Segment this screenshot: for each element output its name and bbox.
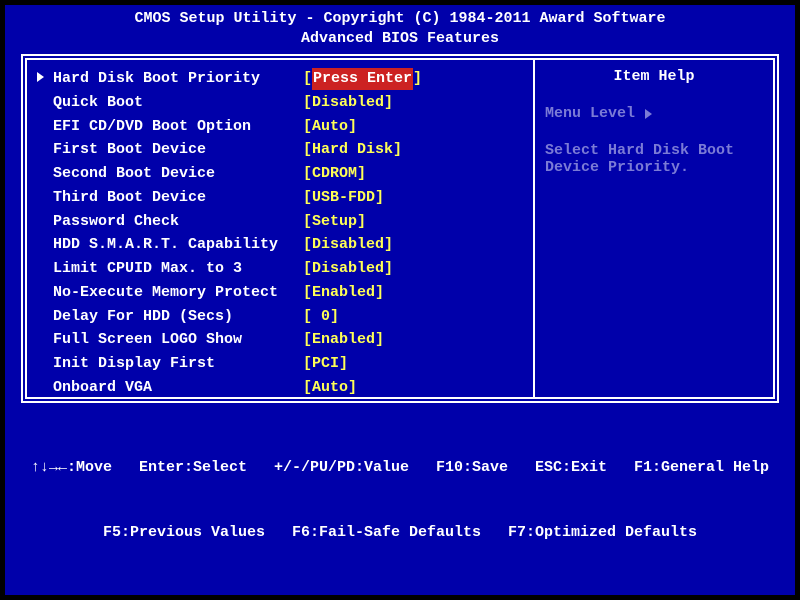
bracket-open: [: [303, 187, 312, 209]
setting-row[interactable]: Hard Disk Boot Priority[Press Enter]: [37, 68, 523, 90]
bracket-open: [: [303, 211, 312, 233]
bracket-open: [: [303, 68, 312, 90]
main-frame-inner: Hard Disk Boot Priority[Press Enter]Quic…: [25, 58, 775, 399]
bracket-close: ]: [357, 211, 366, 233]
footer-line-1: ↑↓→←:Move Enter:Select +/-/PU/PD:Value F…: [15, 457, 785, 479]
setting-value[interactable]: Disabled: [312, 234, 384, 256]
setting-label: Delay For HDD (Secs): [53, 306, 303, 328]
bracket-open: [: [303, 92, 312, 114]
setting-label: Limit CPUID Max. to 3: [53, 258, 303, 280]
setting-row[interactable]: Full Screen LOGO Show[Enabled]: [37, 329, 523, 351]
bracket-open: [: [303, 258, 312, 280]
setting-row[interactable]: Password Check[Setup]: [37, 211, 523, 233]
bracket-close: ]: [348, 377, 357, 397]
triangle-right-icon: [37, 72, 44, 82]
bracket-open: [: [303, 353, 312, 375]
header-title: CMOS Setup Utility - Copyright (C) 1984-…: [5, 9, 795, 29]
setting-label: Password Check: [53, 211, 303, 233]
setting-value[interactable]: Disabled: [312, 258, 384, 280]
bracket-open: [: [303, 139, 312, 161]
bracket-close: ]: [339, 353, 348, 375]
footer: ↑↓→←:Move Enter:Select +/-/PU/PD:Value F…: [5, 409, 795, 595]
setting-row[interactable]: EFI CD/DVD Boot Option[Auto]: [37, 116, 523, 138]
bracket-close: ]: [384, 258, 393, 280]
bracket-open: [: [303, 234, 312, 256]
bracket-close: ]: [330, 306, 339, 328]
bracket-close: ]: [357, 163, 366, 185]
menu-level-label: Menu Level: [545, 105, 635, 122]
bios-screen: CMOS Setup Utility - Copyright (C) 1984-…: [5, 5, 795, 595]
setting-label: HDD S.M.A.R.T. Capability: [53, 234, 303, 256]
bracket-open: [: [303, 282, 312, 304]
setting-value[interactable]: Disabled: [312, 92, 384, 114]
setting-row[interactable]: Third Boot Device[USB-FDD]: [37, 187, 523, 209]
setting-label: EFI CD/DVD Boot Option: [53, 116, 303, 138]
setting-label: Hard Disk Boot Priority: [53, 68, 303, 90]
setting-row[interactable]: Second Boot Device[CDROM]: [37, 163, 523, 185]
menu-level-row: Menu Level: [545, 105, 763, 122]
bracket-open: [: [303, 306, 312, 328]
setting-label: No-Execute Memory Protect: [53, 282, 303, 304]
setting-label: Quick Boot: [53, 92, 303, 114]
bracket-close: ]: [413, 68, 422, 90]
setting-value[interactable]: Hard Disk: [312, 139, 393, 161]
bracket-close: ]: [375, 329, 384, 351]
settings-panel: Hard Disk Boot Priority[Press Enter]Quic…: [27, 60, 533, 397]
setting-value[interactable]: Enabled: [312, 329, 375, 351]
setting-row[interactable]: Limit CPUID Max. to 3[Disabled]: [37, 258, 523, 280]
help-panel: Item Help Menu Level Select Hard Disk Bo…: [533, 60, 773, 397]
setting-value[interactable]: Auto: [312, 377, 348, 397]
setting-row[interactable]: Quick Boot[Disabled]: [37, 92, 523, 114]
bracket-open: [: [303, 163, 312, 185]
bracket-close: ]: [393, 139, 402, 161]
setting-label: Third Boot Device: [53, 187, 303, 209]
setting-value[interactable]: 0: [312, 306, 330, 328]
bracket-close: ]: [384, 234, 393, 256]
setting-value[interactable]: Enabled: [312, 282, 375, 304]
setting-row[interactable]: Delay For HDD (Secs)[ 0]: [37, 306, 523, 328]
bracket-close: ]: [384, 92, 393, 114]
help-text-1: Select Hard Disk Boot: [545, 142, 763, 159]
setting-value[interactable]: Auto: [312, 116, 348, 138]
setting-label: Onboard VGA: [53, 377, 303, 397]
setting-row[interactable]: HDD S.M.A.R.T. Capability[Disabled]: [37, 234, 523, 256]
selection-marker: [37, 68, 53, 90]
help-text-2: Device Priority.: [545, 159, 763, 176]
setting-value[interactable]: Press Enter: [312, 68, 413, 90]
main-frame: Hard Disk Boot Priority[Press Enter]Quic…: [21, 54, 779, 403]
help-title: Item Help: [545, 68, 763, 85]
setting-label: Second Boot Device: [53, 163, 303, 185]
bracket-close: ]: [375, 187, 384, 209]
header: CMOS Setup Utility - Copyright (C) 1984-…: [5, 5, 795, 54]
bracket-open: [: [303, 329, 312, 351]
setting-row[interactable]: First Boot Device[Hard Disk]: [37, 139, 523, 161]
setting-row[interactable]: No-Execute Memory Protect[Enabled]: [37, 282, 523, 304]
bracket-close: ]: [348, 116, 357, 138]
setting-value[interactable]: PCI: [312, 353, 339, 375]
footer-line-2: F5:Previous Values F6:Fail-Safe Defaults…: [15, 522, 785, 544]
header-subtitle: Advanced BIOS Features: [5, 29, 795, 49]
setting-label: Init Display First: [53, 353, 303, 375]
triangle-right-icon: [645, 109, 652, 119]
setting-value[interactable]: Setup: [312, 211, 357, 233]
bracket-open: [: [303, 377, 312, 397]
setting-value[interactable]: CDROM: [312, 163, 357, 185]
setting-row[interactable]: Onboard VGA[Auto]: [37, 377, 523, 397]
setting-label: Full Screen LOGO Show: [53, 329, 303, 351]
bracket-close: ]: [375, 282, 384, 304]
bracket-open: [: [303, 116, 312, 138]
setting-label: First Boot Device: [53, 139, 303, 161]
setting-row[interactable]: Init Display First[PCI]: [37, 353, 523, 375]
setting-value[interactable]: USB-FDD: [312, 187, 375, 209]
